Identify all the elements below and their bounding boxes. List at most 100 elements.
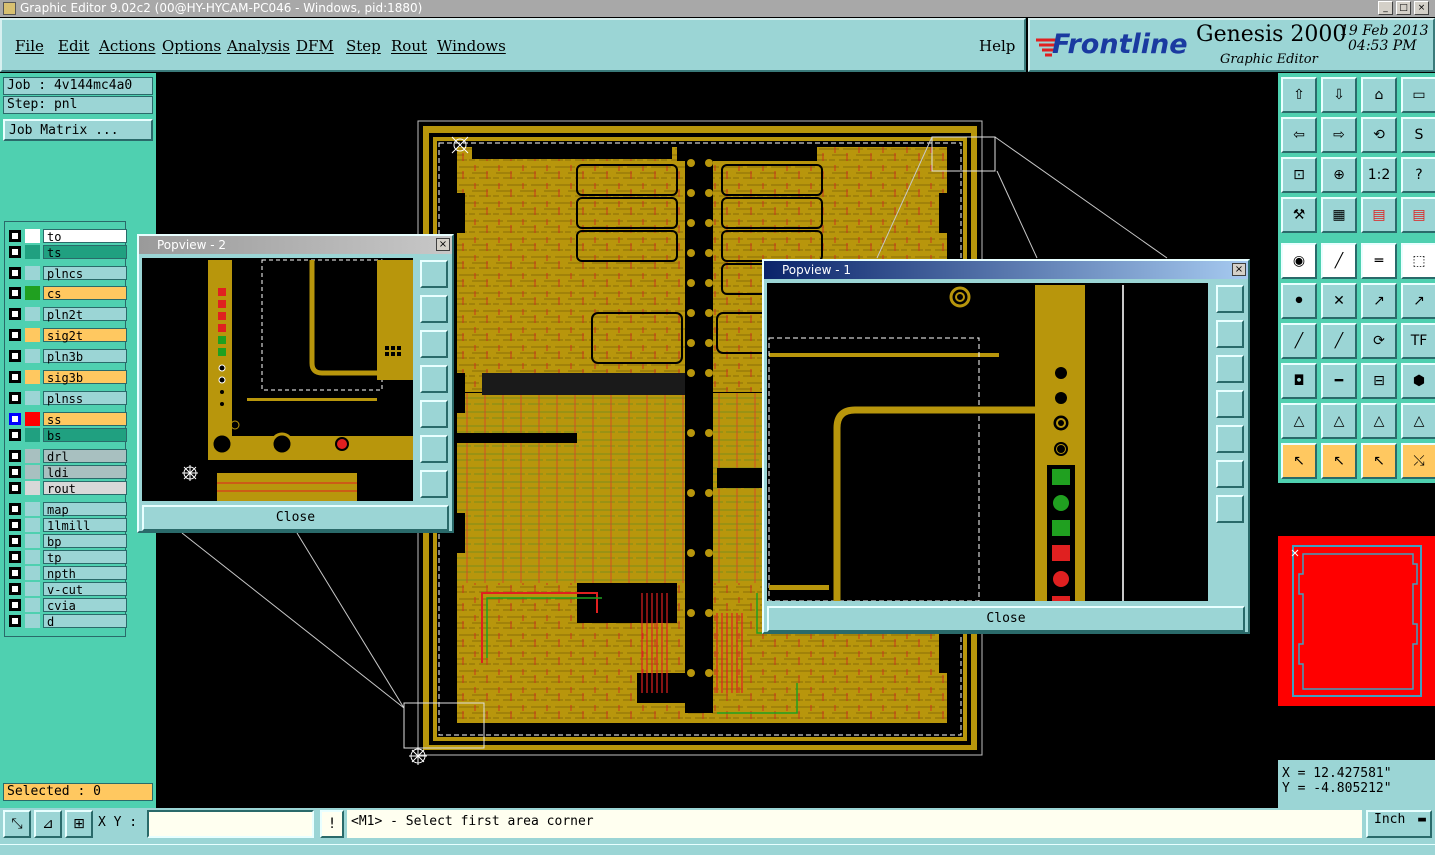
select-lasso-icon[interactable]: ↖ — [1361, 443, 1397, 479]
layer-name[interactable]: d — [43, 614, 127, 629]
layer-checkbox[interactable] — [9, 287, 21, 299]
menu-options[interactable]: Options — [162, 37, 221, 55]
rotate-icon[interactable]: ⟳ — [1361, 323, 1397, 359]
layer-row-map[interactable]: map — [5, 501, 127, 517]
shape-icon[interactable]: ◘ — [1281, 363, 1317, 399]
layer-checkbox[interactable] — [9, 503, 21, 515]
layer-row-sig2t[interactable]: sig2t — [5, 327, 127, 343]
pan-right-icon[interactable]: ⇨ — [1321, 117, 1357, 153]
menu-step[interactable]: Step — [346, 37, 381, 55]
layer-checkbox[interactable] — [9, 329, 21, 341]
ruler-icon[interactable]: ═ — [1361, 243, 1397, 279]
minimize-icon[interactable]: _ — [1378, 1, 1393, 15]
layer-checkbox[interactable] — [9, 535, 21, 547]
triangle3-icon[interactable]: △ — [1361, 403, 1397, 439]
layer-checkbox[interactable] — [9, 230, 21, 242]
popview-2-down-icon[interactable] — [420, 330, 448, 358]
layer-checkbox[interactable] — [9, 551, 21, 563]
zoom-out-icon[interactable]: ⇩ — [1321, 77, 1357, 113]
point-icon[interactable]: ◉ — [1281, 243, 1317, 279]
layer-checkbox[interactable] — [9, 450, 21, 462]
layer-red-icon[interactable]: ▤ — [1361, 197, 1397, 233]
layer-row-cs[interactable]: cs — [5, 285, 127, 301]
layer-row-ldi[interactable]: ldi — [5, 464, 127, 480]
layer-name[interactable]: plncs — [43, 266, 127, 281]
popview-2-close-button[interactable]: Close — [142, 505, 449, 531]
maximize-icon[interactable]: □ — [1396, 1, 1411, 15]
dashed-box-icon[interactable]: ⬚ — [1401, 243, 1435, 279]
layer-checkbox[interactable] — [9, 371, 21, 383]
menu-dfm[interactable]: DFM — [296, 37, 334, 55]
layer-row-plnss[interactable]: plnss — [5, 390, 127, 406]
layer-row-drl[interactable]: drl — [5, 448, 127, 464]
layer-checkbox[interactable] — [9, 599, 21, 611]
popview-1-up-icon[interactable] — [1216, 320, 1244, 348]
layer-checkbox[interactable] — [9, 583, 21, 595]
triangle-icon[interactable]: △ — [1281, 403, 1317, 439]
grid-mode-icon[interactable]: ⊞ — [65, 810, 93, 838]
select-path-icon[interactable]: ⤯ — [1401, 443, 1435, 479]
zoom-window-icon[interactable]: ▭ — [1401, 77, 1435, 113]
cross-icon[interactable]: ✕ — [1321, 283, 1357, 319]
popview-2-left-icon[interactable] — [420, 365, 448, 393]
layer-red2-icon[interactable]: ▤ — [1401, 197, 1435, 233]
group-icon[interactable]: ⬢ — [1401, 363, 1435, 399]
layer-row-ss[interactable]: ss — [5, 411, 127, 427]
menu-edit[interactable]: Edit — [58, 37, 89, 55]
popview-1-close-icon[interactable]: × — [1232, 263, 1246, 276]
layer-row-v-cut[interactable]: v-cut — [5, 581, 127, 597]
layer-name[interactable]: sig3b — [43, 370, 127, 385]
layer-row-ts[interactable]: ts — [5, 244, 127, 260]
home-icon[interactable]: ⌂ — [1361, 77, 1397, 113]
layer-name[interactable]: cvia — [43, 598, 127, 613]
layer-row-rout[interactable]: rout — [5, 480, 127, 496]
overview-canvas[interactable] — [1278, 484, 1435, 759]
arrow-line2-icon[interactable]: ↗ — [1401, 283, 1435, 319]
menu-help[interactable]: Help — [979, 37, 1015, 55]
xy-input[interactable] — [147, 810, 314, 838]
menu-file[interactable]: File — [15, 37, 44, 55]
layer-row-pln3b[interactable]: pln3b — [5, 348, 127, 364]
popview-2-up-icon[interactable] — [420, 295, 448, 323]
layer-checkbox[interactable] — [9, 392, 21, 404]
line-icon[interactable]: ╱ — [1321, 243, 1357, 279]
overview-map[interactable] — [1278, 484, 1435, 759]
layer-name[interactable]: pln3b — [43, 349, 127, 364]
layer-name[interactable]: rout — [43, 481, 127, 496]
popview-2-fit-icon[interactable] — [420, 435, 448, 463]
fit-screen-icon[interactable]: ⊡ — [1281, 157, 1317, 193]
popview-2-pan-icon[interactable] — [420, 470, 448, 498]
popview-1-canvas[interactable] — [767, 283, 1208, 601]
layer-checkbox[interactable] — [9, 308, 21, 320]
layer-row-pln2t[interactable]: pln2t — [5, 306, 127, 322]
connect-icon[interactable]: ⚫ — [1281, 283, 1317, 319]
layer-checkbox[interactable] — [9, 350, 21, 362]
layer-row-cvia[interactable]: cvia — [5, 597, 127, 613]
layer-checkbox[interactable] — [9, 615, 21, 627]
layer-name[interactable]: plnss — [43, 391, 127, 406]
layer-name[interactable]: ss — [43, 412, 127, 427]
popview-1-zoom-icon[interactable] — [1216, 285, 1244, 313]
menu-actions[interactable]: Actions — [99, 37, 155, 55]
layer-row-to[interactable]: to — [5, 228, 127, 244]
layer-name[interactable]: ts — [43, 245, 127, 260]
snap-mode-icon[interactable]: ⤡ — [3, 810, 31, 838]
mirror-icon[interactable]: ⟲ — [1361, 117, 1397, 153]
arrow-line-icon[interactable]: ↗ — [1361, 283, 1397, 319]
layer-name[interactable]: 1lmill — [43, 518, 127, 533]
popview-2-right-icon[interactable] — [420, 400, 448, 428]
layer-name[interactable]: v-cut — [43, 582, 127, 597]
diagonal-red-icon[interactable]: ╱ — [1281, 323, 1317, 359]
center-icon[interactable]: ⊕ — [1321, 157, 1357, 193]
layer-name[interactable]: map — [43, 502, 127, 517]
layer-name[interactable]: bs — [43, 428, 127, 443]
popview-1-right-icon[interactable] — [1216, 425, 1244, 453]
pan-left-icon[interactable]: ⇦ — [1281, 117, 1317, 153]
alert-icon[interactable]: ! — [320, 810, 344, 838]
units-select[interactable]: Inch ▬ — [1366, 810, 1432, 838]
layer-row-bp[interactable]: bp — [5, 533, 127, 549]
measure-mode-icon[interactable]: ⊿ — [34, 810, 62, 838]
zoom-home-icon[interactable]: ⇧ — [1281, 77, 1317, 113]
layer-name[interactable]: sig2t — [43, 328, 127, 343]
layer-name[interactable]: ldi — [43, 465, 127, 480]
